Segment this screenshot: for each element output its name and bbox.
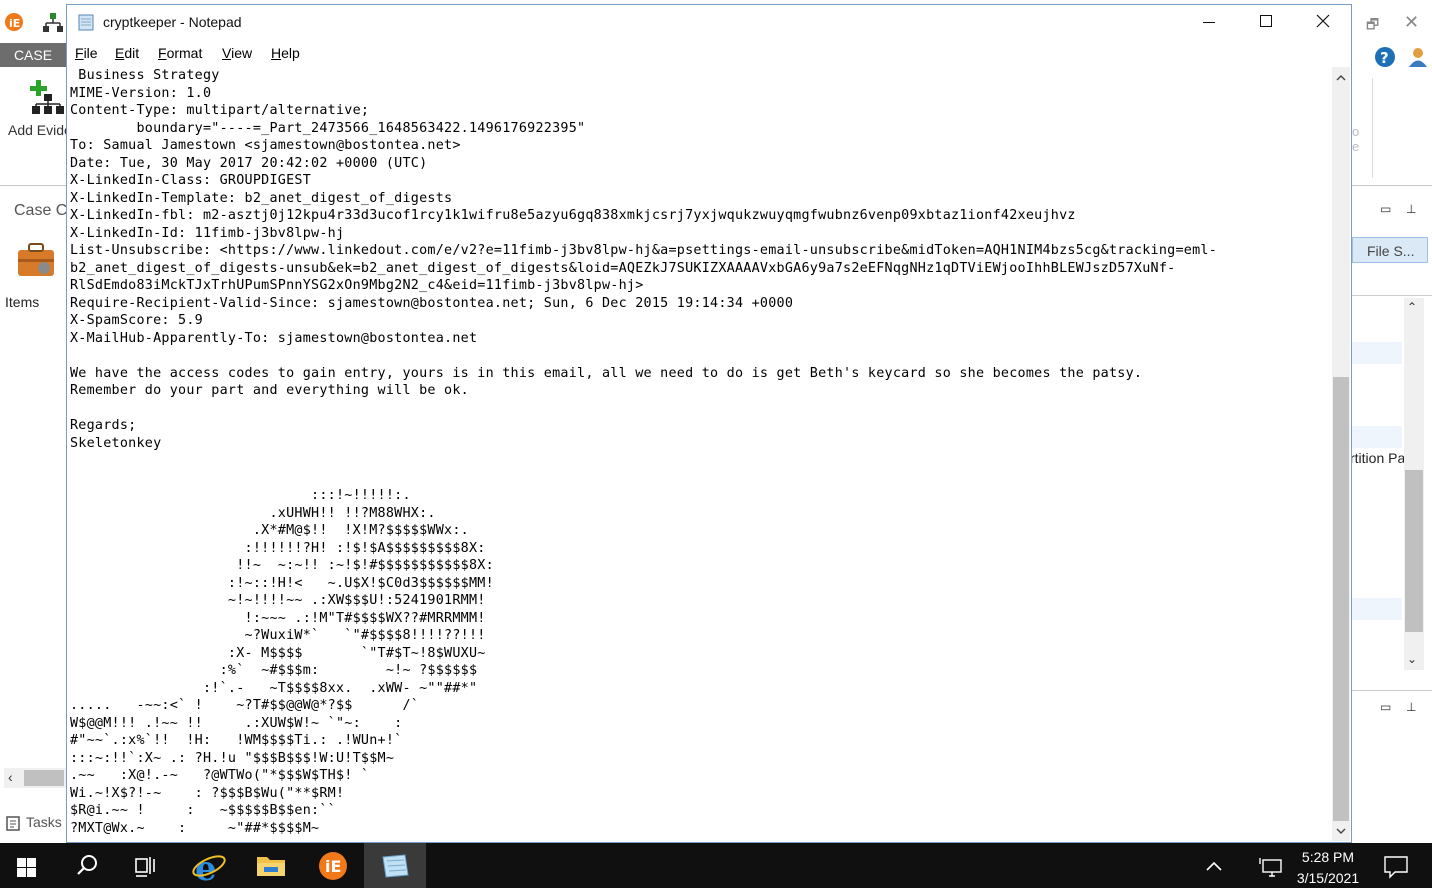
menu-bar: File Edit Format View Help — [67, 41, 1351, 67]
add-evidence-icon[interactable] — [28, 78, 66, 116]
window-title: cryptkeeper - Notepad — [103, 14, 242, 30]
minimize-pane-icon[interactable]: ▭ — [1380, 202, 1391, 216]
start-button[interactable] — [0, 843, 54, 888]
tasks-label[interactable]: Tasks — [26, 814, 62, 830]
case-panel-label: Case C — [14, 202, 68, 219]
scrollbar-thumb[interactable] — [1333, 377, 1349, 821]
action-center-button[interactable] — [1376, 843, 1416, 888]
menu-format[interactable]: Format — [158, 45, 202, 61]
taskbar: e iE 5:28 PM 3/15/2021 — [0, 843, 1432, 889]
svg-text:iE: iE — [325, 857, 341, 876]
clock-date[interactable]: 3/15/2021 — [1290, 870, 1366, 886]
search-icon — [77, 855, 97, 875]
chevron-up-icon — [1206, 861, 1222, 871]
taskbar-file-explorer[interactable] — [240, 843, 302, 888]
svg-text:iE: iE — [9, 17, 20, 30]
network-icon — [1259, 858, 1282, 877]
list-row-highlight[interactable] — [1352, 342, 1402, 364]
notepad-icon — [78, 14, 94, 31]
network-button[interactable] — [1254, 843, 1290, 888]
maximize-button[interactable] — [1237, 5, 1295, 41]
notepad-icon — [382, 854, 409, 878]
pin-icon[interactable]: ⊥ — [1406, 700, 1416, 714]
taskbar-notepad[interactable] — [364, 843, 426, 888]
svg-text:e: e — [195, 849, 217, 888]
file-system-tab[interactable]: File S... — [1352, 237, 1428, 263]
scroll-left-icon[interactable]: ‹ — [8, 769, 13, 785]
clock-time[interactable]: 5:28 PM — [1290, 849, 1366, 865]
svg-text:?: ? — [1380, 49, 1389, 67]
minimize-icon — [1203, 22, 1215, 23]
truncated-label: o e — [1352, 124, 1360, 154]
taskbar-internet-explorer[interactable]: e — [178, 843, 240, 889]
app-logo-icon[interactable]: iE — [4, 12, 24, 32]
close-icon[interactable]: ✕ — [1404, 12, 1419, 33]
ribbon-divider — [1372, 78, 1373, 178]
scrollbar-thumb[interactable] — [24, 770, 64, 786]
scroll-up-icon[interactable] — [1335, 72, 1347, 84]
scroll-down-icon[interactable]: ⌄ — [1407, 652, 1417, 666]
pane-divider — [1352, 295, 1432, 296]
menu-view[interactable]: View — [222, 45, 252, 61]
pin-icon[interactable]: ⊥ — [1406, 202, 1416, 216]
items-pane — [0, 288, 67, 788]
list-row-highlight[interactable] — [1352, 426, 1402, 448]
help-icon[interactable]: ? — [1374, 46, 1396, 68]
add-evidence-label[interactable]: Add Evide — [8, 122, 72, 138]
scroll-up-icon[interactable]: ⌃ — [1407, 300, 1417, 314]
app-logo-icon: iE — [319, 852, 347, 880]
close-button[interactable] — [1294, 5, 1352, 41]
list-row-highlight[interactable] — [1352, 598, 1402, 620]
minimize-button[interactable] — [1180, 5, 1238, 41]
items-label: Items — [5, 294, 40, 310]
scroll-down-icon[interactable] — [1335, 825, 1347, 837]
close-icon — [1316, 14, 1330, 28]
partition-label: rtition Pa — [1350, 450, 1406, 466]
menu-edit[interactable]: Edit — [115, 45, 139, 61]
search-button[interactable] — [56, 843, 116, 888]
windows-logo-icon — [17, 858, 36, 877]
evidence-tree-icon[interactable] — [42, 12, 64, 34]
folder-icon — [257, 857, 285, 876]
case-tab[interactable]: CASE — [0, 43, 66, 67]
user-icon[interactable] — [1408, 46, 1428, 68]
tasks-icon — [6, 816, 20, 831]
taskbar-forensic-app[interactable]: iE — [302, 843, 364, 888]
maximize-icon — [1260, 15, 1272, 27]
notepad-window[interactable]: cryptkeeper - Notepad File Edit Format V… — [66, 4, 1352, 843]
pane-divider — [1352, 690, 1432, 691]
menu-file[interactable]: File — [75, 45, 98, 61]
scrollbar-thumb[interactable] — [1405, 470, 1423, 632]
briefcase-icon[interactable] — [16, 242, 56, 278]
minimize-pane-icon[interactable]: ▭ — [1380, 700, 1391, 714]
file-system-tab-label: File S... — [1367, 243, 1415, 259]
task-view-button[interactable] — [116, 843, 176, 888]
text-editor-area[interactable]: Business Strategy MIME-Version: 1.0 Cont… — [70, 67, 1332, 837]
restore-icon[interactable]: 🗗 — [1366, 14, 1379, 38]
menu-help[interactable]: Help — [271, 45, 300, 61]
notepad-titlebar[interactable]: cryptkeeper - Notepad — [67, 5, 1351, 41]
notification-icon — [1384, 856, 1408, 879]
show-hidden-icons-button[interactable] — [1196, 843, 1232, 888]
internet-explorer-icon: e — [192, 849, 226, 889]
task-view-icon — [135, 857, 155, 877]
